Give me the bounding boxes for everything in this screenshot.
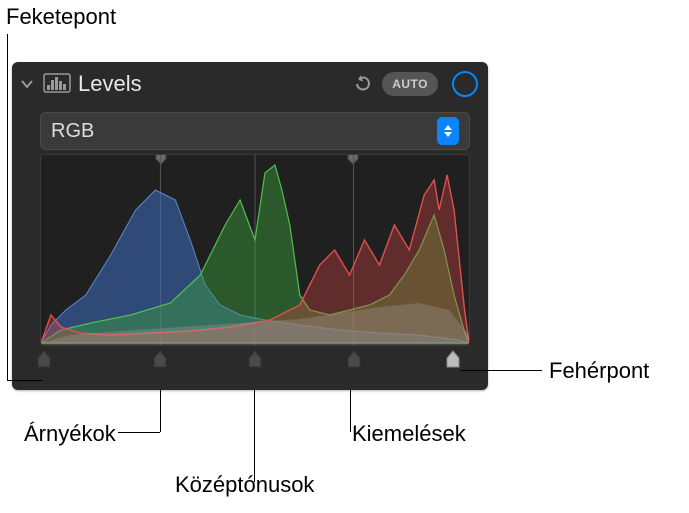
levels-slider — [40, 350, 470, 372]
midtones-handle[interactable] — [248, 350, 262, 368]
reset-button[interactable] — [350, 71, 376, 97]
callout-white-point: Fehérpont — [549, 358, 649, 384]
leader-line — [160, 390, 161, 432]
undo-arrow-icon — [354, 75, 372, 93]
leader-line — [254, 390, 255, 482]
callout-black-point: Feketepont — [6, 4, 116, 30]
levels-icon — [42, 71, 72, 97]
shadows-handle[interactable] — [153, 350, 167, 368]
disclosure-chevron-icon[interactable] — [18, 77, 36, 91]
auto-button[interactable]: AUTO — [382, 72, 438, 96]
white-point-handle[interactable] — [446, 350, 460, 368]
callout-highlights: Kiemelések — [352, 421, 466, 447]
levels-panel: Levels AUTO RGB — [12, 62, 488, 390]
chevron-down-icon — [444, 132, 452, 137]
channel-select[interactable]: RGB — [40, 112, 470, 150]
channel-row: RGB — [12, 106, 488, 154]
panel-header: Levels AUTO — [12, 62, 488, 106]
black-point-handle[interactable] — [37, 350, 51, 368]
histogram — [40, 154, 470, 346]
leader-line — [350, 390, 351, 432]
leader-line — [460, 370, 542, 371]
leader-line — [7, 34, 8, 380]
stepper-icon — [437, 117, 459, 145]
histogram-plot — [41, 155, 469, 345]
leader-line — [7, 380, 43, 381]
callout-shadows: Árnyékok — [24, 421, 116, 447]
leader-line — [118, 432, 160, 433]
channel-value: RGB — [51, 120, 437, 143]
callout-midtones: Középtónusok — [175, 472, 314, 498]
chevron-up-icon — [444, 125, 452, 130]
panel-title: Levels — [78, 71, 344, 97]
highlights-handle[interactable] — [347, 350, 361, 368]
enable-toggle[interactable] — [452, 71, 478, 97]
